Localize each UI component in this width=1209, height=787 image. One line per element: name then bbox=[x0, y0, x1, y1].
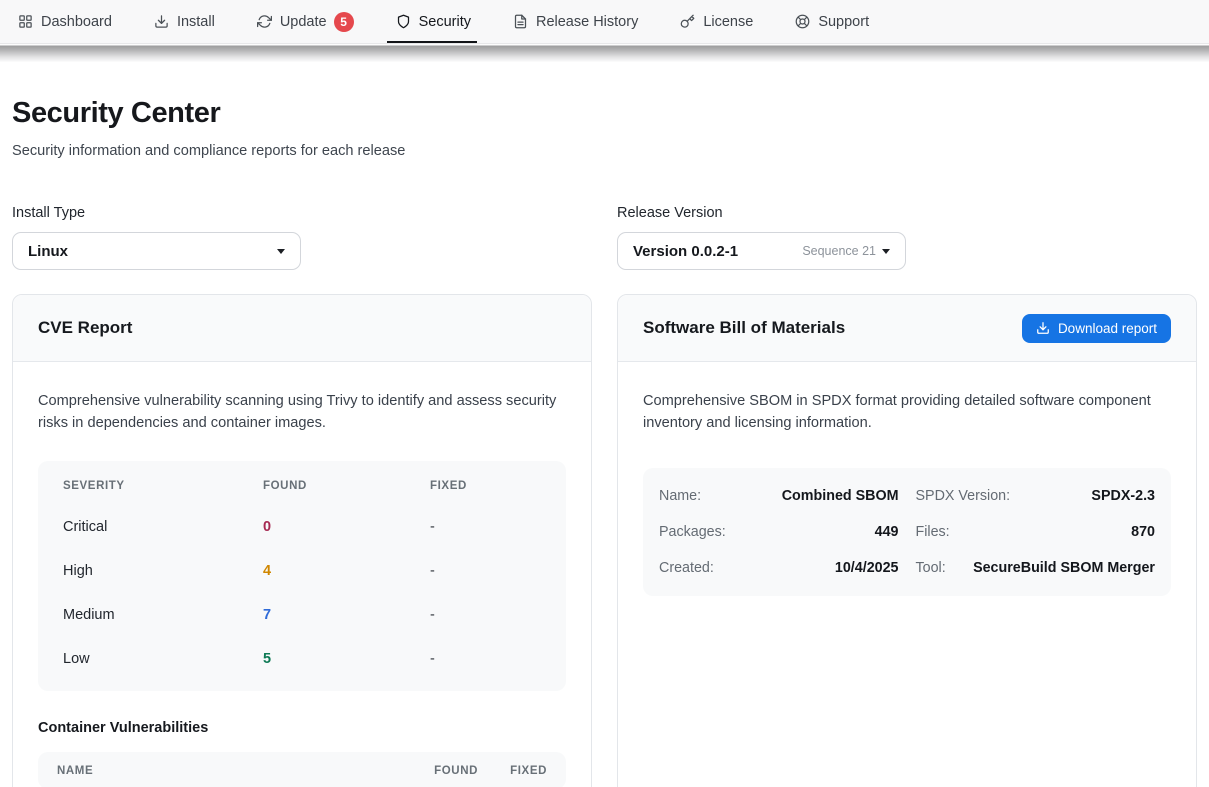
nav-tab-release-history[interactable]: Release History bbox=[513, 0, 638, 43]
install-type-select[interactable]: Linux bbox=[12, 232, 301, 270]
nav-tab-dashboard[interactable]: Dashboard bbox=[18, 0, 112, 43]
release-version-select[interactable]: Version 0.0.2-1 Sequence 21 bbox=[617, 232, 906, 270]
chevron-down-icon bbox=[277, 249, 285, 254]
release-sequence-text: Sequence 21 bbox=[802, 244, 876, 258]
key-icon bbox=[680, 14, 695, 29]
sbom-info-panel: Name: Combined SBOM SPDX Version: SPDX-2… bbox=[643, 468, 1171, 596]
cve-report-header: CVE Report bbox=[13, 295, 591, 362]
sbom-name-value: Combined SBOM bbox=[782, 488, 899, 504]
nav-label: Dashboard bbox=[41, 14, 112, 30]
nav-label: Security bbox=[419, 14, 471, 30]
medium-found-count: 7 bbox=[263, 607, 430, 623]
sbom-created-value: 10/4/2025 bbox=[835, 560, 899, 576]
shield-icon bbox=[396, 14, 411, 29]
sbom-info-row: Packages: 449 Files: 870 bbox=[659, 514, 1155, 550]
cve-report-body: Comprehensive vulnerability scanning usi… bbox=[13, 362, 591, 787]
cards-row: CVE Report Comprehensive vulnerability s… bbox=[12, 294, 1197, 787]
sbom-name-label: Name: bbox=[659, 488, 701, 504]
main-content: Security Center Security information and… bbox=[0, 97, 1209, 787]
column-header-found: FOUND bbox=[263, 480, 430, 492]
release-version-value: Version 0.0.2-1 bbox=[633, 243, 738, 260]
severity-row-medium: Medium 7 - bbox=[38, 593, 566, 637]
refresh-icon bbox=[257, 14, 272, 29]
header-shadow-divider bbox=[0, 44, 1209, 62]
install-type-label: Install Type bbox=[12, 205, 592, 221]
sbom-created-label: Created: bbox=[659, 560, 714, 576]
nav-label: License bbox=[703, 14, 753, 30]
sbom-spdx-version-value: SPDX-2.3 bbox=[1091, 488, 1155, 504]
sbom-packages-value: 449 bbox=[875, 524, 899, 540]
download-report-label: Download report bbox=[1058, 321, 1157, 336]
severity-row-low: Low 5 - bbox=[38, 637, 566, 681]
nav-tab-license[interactable]: License bbox=[680, 0, 753, 43]
update-count-badge: 5 bbox=[334, 12, 354, 32]
container-table-header: NAME FOUND FIXED bbox=[38, 752, 566, 787]
column-header-fixed: FIXED bbox=[510, 765, 547, 777]
dashboard-grid-icon bbox=[18, 14, 33, 29]
nav-tab-install[interactable]: Install bbox=[154, 0, 215, 43]
sbom-tool-label: Tool: bbox=[916, 560, 946, 576]
sbom-info-row: Created: 10/4/2025 Tool: SecureBuild SBO… bbox=[659, 550, 1155, 586]
severity-table: SEVERITY FOUND FIXED Critical 0 - High 4… bbox=[38, 461, 566, 691]
severity-row-high: High 4 - bbox=[38, 549, 566, 593]
top-navigation: Dashboard Install Update 5 Security Rele… bbox=[0, 0, 1209, 44]
download-icon bbox=[1036, 321, 1050, 335]
severity-row-critical: Critical 0 - bbox=[38, 505, 566, 549]
sbom-spdx-version-label: SPDX Version: bbox=[916, 488, 1011, 504]
filters-row: Install Type Linux Release Version Versi… bbox=[12, 205, 1197, 270]
sbom-info-row: Name: Combined SBOM SPDX Version: SPDX-2… bbox=[659, 478, 1155, 514]
cve-report-title: CVE Report bbox=[38, 318, 132, 338]
column-header-fixed: FIXED bbox=[430, 480, 541, 492]
sbom-header: Software Bill of Materials Download repo… bbox=[618, 295, 1196, 362]
cve-report-description: Comprehensive vulnerability scanning usi… bbox=[38, 391, 566, 434]
download-report-button[interactable]: Download report bbox=[1022, 314, 1171, 343]
low-found-count: 5 bbox=[263, 651, 430, 667]
sbom-title: Software Bill of Materials bbox=[643, 318, 845, 338]
release-version-label: Release Version bbox=[617, 205, 1197, 221]
download-icon bbox=[154, 14, 169, 29]
column-header-name: NAME bbox=[57, 765, 434, 777]
install-type-value: Linux bbox=[28, 243, 68, 260]
critical-found-count: 0 bbox=[263, 519, 430, 535]
sbom-files-label: Files: bbox=[916, 524, 950, 540]
document-icon bbox=[513, 14, 528, 29]
sbom-description: Comprehensive SBOM in SPDX format provid… bbox=[643, 391, 1171, 434]
nav-tab-support[interactable]: Support bbox=[795, 0, 869, 43]
nav-label: Update bbox=[280, 14, 327, 30]
sbom-packages-label: Packages: bbox=[659, 524, 726, 540]
page-subtitle: Security information and compliance repo… bbox=[12, 143, 1197, 159]
nav-tab-update[interactable]: Update 5 bbox=[257, 0, 354, 43]
sbom-files-value: 870 bbox=[1131, 524, 1155, 540]
nav-label: Install bbox=[177, 14, 215, 30]
severity-table-header: SEVERITY FOUND FIXED bbox=[38, 467, 566, 505]
container-vulnerabilities-title: Container Vulnerabilities bbox=[38, 720, 566, 736]
column-header-severity: SEVERITY bbox=[63, 480, 263, 492]
nav-tab-security[interactable]: Security bbox=[396, 0, 471, 43]
lifebuoy-icon bbox=[795, 14, 810, 29]
column-header-found: FOUND bbox=[434, 765, 510, 777]
chevron-down-icon bbox=[882, 249, 890, 254]
high-found-count: 4 bbox=[263, 563, 430, 579]
cve-report-card: CVE Report Comprehensive vulnerability s… bbox=[12, 294, 592, 787]
nav-label: Support bbox=[818, 14, 869, 30]
sbom-body: Comprehensive SBOM in SPDX format provid… bbox=[618, 362, 1196, 787]
sbom-tool-value: SecureBuild SBOM Merger bbox=[973, 560, 1155, 576]
sbom-card: Software Bill of Materials Download repo… bbox=[617, 294, 1197, 787]
page-title: Security Center bbox=[12, 97, 1197, 130]
nav-label: Release History bbox=[536, 14, 638, 30]
